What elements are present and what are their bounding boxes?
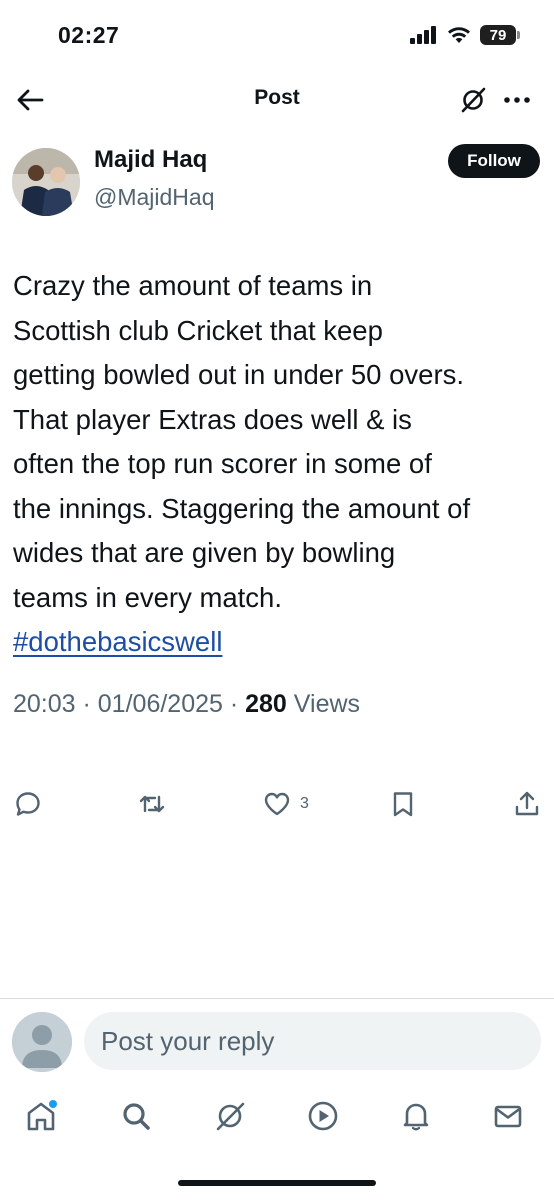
- divider: [0, 998, 554, 999]
- wifi-icon: [448, 27, 470, 43]
- tab-grok[interactable]: [212, 1098, 248, 1134]
- grok-icon: [216, 1102, 245, 1131]
- post-text-line: the innings. Staggering the amount of: [13, 492, 471, 524]
- status-bar: 02:27 79: [0, 0, 554, 70]
- post-meta: 20:03 · 01/06/2025 · 280 Views: [13, 690, 361, 718]
- reply-composer: Post your reply: [0, 1010, 554, 1074]
- post-text-line: Scottish club Cricket that keep: [13, 314, 383, 346]
- heart-icon: [264, 792, 290, 816]
- more-icon[interactable]: [502, 85, 532, 115]
- post-time[interactable]: 20:03: [13, 690, 76, 718]
- home-indicator: [178, 1180, 376, 1186]
- status-indicators: 79: [410, 25, 520, 45]
- share-button[interactable]: [512, 786, 542, 822]
- hashtag-link[interactable]: #dothebasicswell: [13, 626, 222, 657]
- post-text-line: Crazy the amount of teams in: [13, 270, 373, 301]
- bottom-tab-bar: [0, 1090, 554, 1146]
- post-text-line: That player Extras does well & is: [13, 403, 412, 435]
- views-label: Views: [293, 690, 361, 718]
- bookmark-button[interactable]: [388, 786, 418, 822]
- post-actions: 3: [0, 786, 554, 822]
- bell-icon: [403, 1103, 429, 1131]
- tab-messages[interactable]: [490, 1098, 526, 1134]
- search-icon: [123, 1103, 150, 1130]
- post-text-line: often the top run scorer in some of: [13, 448, 432, 479]
- user-avatar[interactable]: [12, 1012, 72, 1072]
- like-count: 3: [300, 795, 309, 812]
- author-name[interactable]: Majid Haq: [94, 146, 207, 174]
- repost-icon: [139, 795, 165, 813]
- bookmark-icon: [393, 792, 413, 817]
- grok-icon[interactable]: [458, 85, 488, 115]
- like-button[interactable]: 3: [262, 786, 309, 822]
- views-count: 280: [245, 690, 287, 718]
- post-date[interactable]: 01/06/2025: [98, 690, 223, 718]
- tab-home[interactable]: [23, 1098, 59, 1134]
- battery-indicator: 79: [480, 25, 520, 45]
- share-icon: [515, 791, 539, 816]
- tab-notifications[interactable]: [398, 1098, 434, 1134]
- status-time: 02:27: [58, 22, 120, 48]
- post-text-line: getting bowled out in under 50 overs.: [13, 359, 464, 390]
- signal-icon: [410, 26, 436, 44]
- post-author: Majid Haq @MajidHaq Follow: [12, 142, 542, 222]
- tab-search[interactable]: [118, 1098, 154, 1134]
- mail-icon: [494, 1105, 522, 1128]
- reply-input[interactable]: Post your reply: [84, 1012, 541, 1070]
- post-text-line: teams in every match.: [13, 581, 282, 613]
- tab-video[interactable]: [305, 1098, 341, 1134]
- author-handle[interactable]: @MajidHaq: [94, 184, 215, 211]
- reply-button[interactable]: [13, 786, 43, 822]
- post-body: Crazy the amount of teams in Scottish cl…: [13, 264, 543, 665]
- follow-button[interactable]: Follow: [448, 144, 540, 178]
- play-icon: [308, 1101, 338, 1131]
- post-text-line: wides that are given by bowling: [13, 537, 396, 568]
- top-nav: Post: [0, 78, 554, 122]
- avatar[interactable]: [12, 148, 80, 216]
- notification-dot: [49, 1100, 57, 1108]
- reply-icon: [16, 792, 40, 816]
- repost-button[interactable]: [137, 786, 167, 822]
